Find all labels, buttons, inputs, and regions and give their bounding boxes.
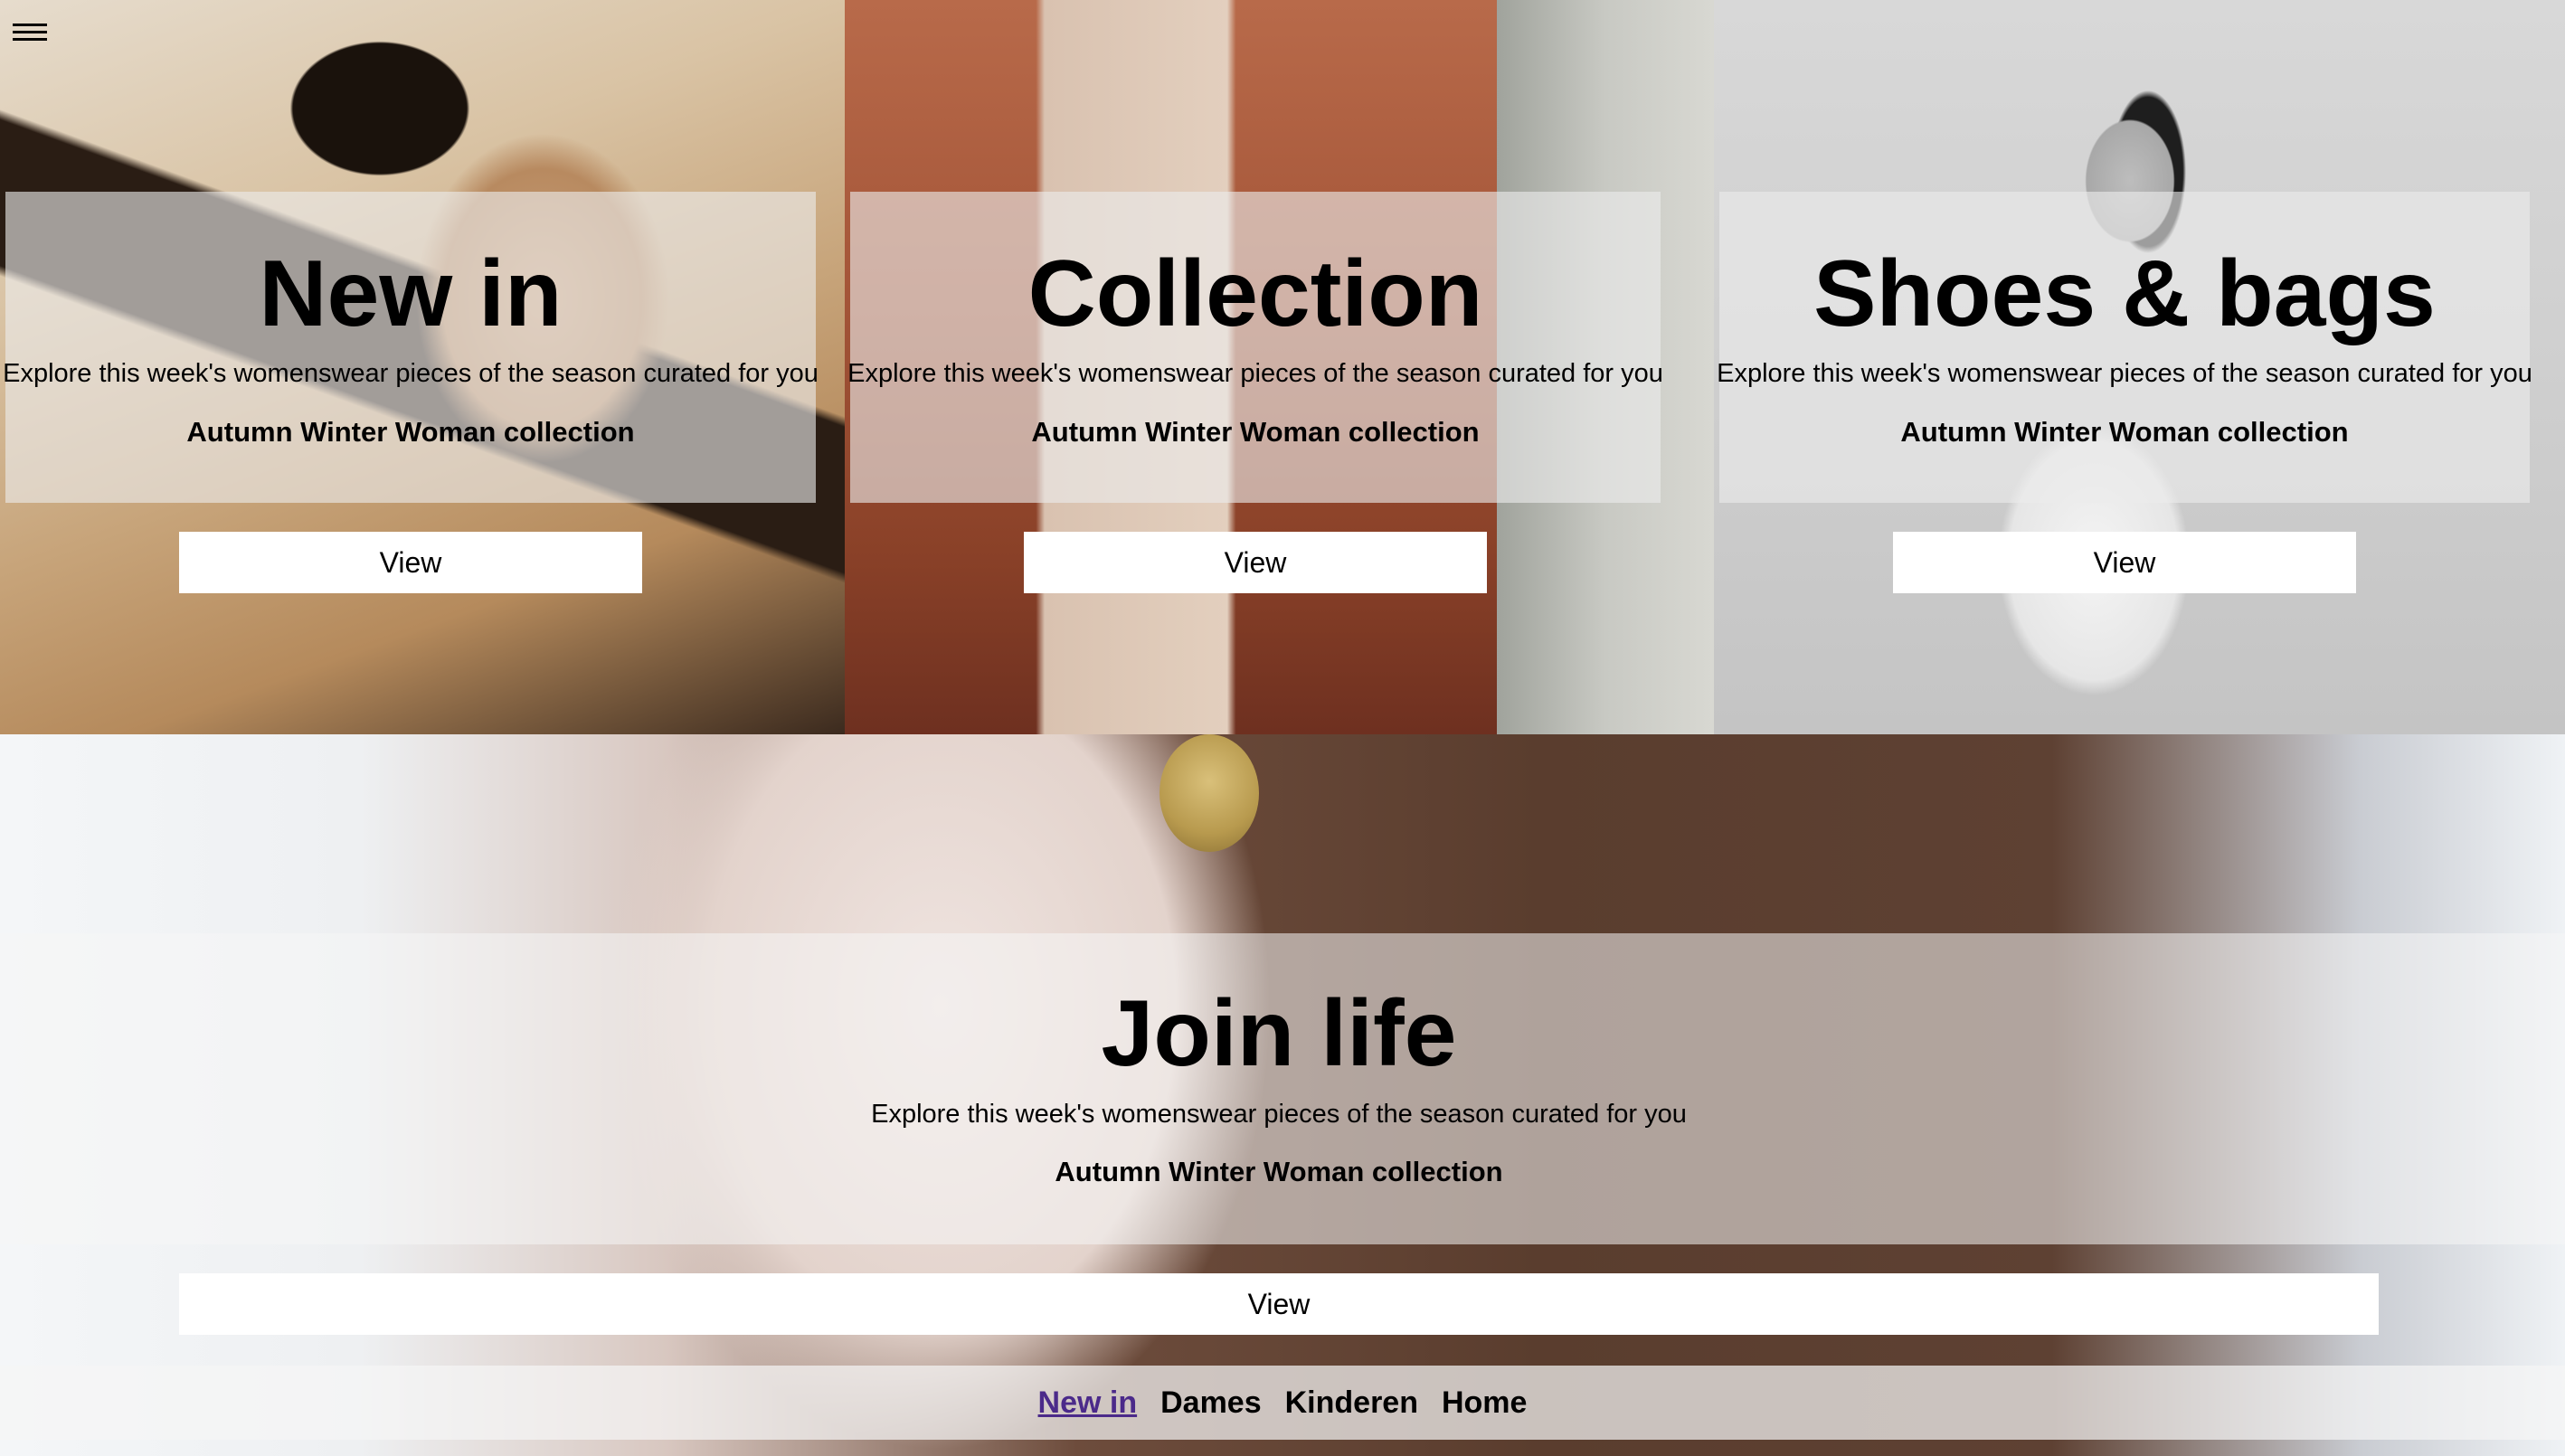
view-button[interactable]: View [1024, 532, 1487, 593]
tile-new-in: New in Explore this week's womenswear pi… [0, 0, 845, 734]
menu-bar [13, 24, 47, 26]
tile-collection: Collection Explore this week's womenswea… [845, 0, 1714, 734]
tile-description: Explore this week's womenswear pieces of… [1717, 359, 2532, 388]
banner-text-overlay [0, 933, 2565, 1244]
nav-link-kinderen[interactable]: Kinderen [1285, 1385, 1418, 1421]
menu-bar [13, 31, 47, 33]
tile-heading: Shoes & bags [1813, 241, 2436, 346]
hamburger-menu-icon[interactable] [9, 20, 49, 47]
banner-description: Explore this week's womenswear pieces of… [871, 1100, 1687, 1129]
nav-link-home[interactable]: Home [1442, 1385, 1527, 1421]
tile-collection-label: Autumn Winter Woman collection [1900, 416, 2349, 448]
tile-text-overlay [5, 192, 816, 503]
tile-collection-label: Autumn Winter Woman collection [1031, 416, 1480, 448]
tile-description: Explore this week's womenswear pieces of… [3, 359, 819, 388]
view-button[interactable]: View [1893, 532, 2356, 593]
nav-link-dames[interactable]: Dames [1160, 1385, 1262, 1421]
tile-heading: Collection [1027, 241, 1483, 346]
bottom-nav: New in Dames Kinderen Home [0, 1366, 2565, 1440]
ring-image [1159, 734, 1259, 852]
tile-heading: New in [259, 241, 563, 346]
menu-bar [13, 38, 47, 41]
tile-shoes-bags: Shoes & bags Explore this week's womensw… [1714, 0, 2565, 734]
tile-text-overlay [850, 192, 1661, 503]
view-button[interactable]: View [179, 532, 642, 593]
banner-heading: Join life [1101, 981, 1457, 1086]
tile-description: Explore this week's womenswear pieces of… [847, 359, 1663, 388]
banner-join-life: Join life Explore this week's womenswear… [0, 734, 2565, 1456]
page: New in Explore this week's womenswear pi… [0, 0, 2565, 1456]
nav-link-new-in[interactable]: New in [1038, 1385, 1138, 1421]
tile-text-overlay [1719, 192, 2530, 503]
view-button[interactable]: View [179, 1273, 2379, 1335]
banner-collection-label: Autumn Winter Woman collection [1055, 1156, 1503, 1187]
tile-collection-label: Autumn Winter Woman collection [186, 416, 635, 448]
